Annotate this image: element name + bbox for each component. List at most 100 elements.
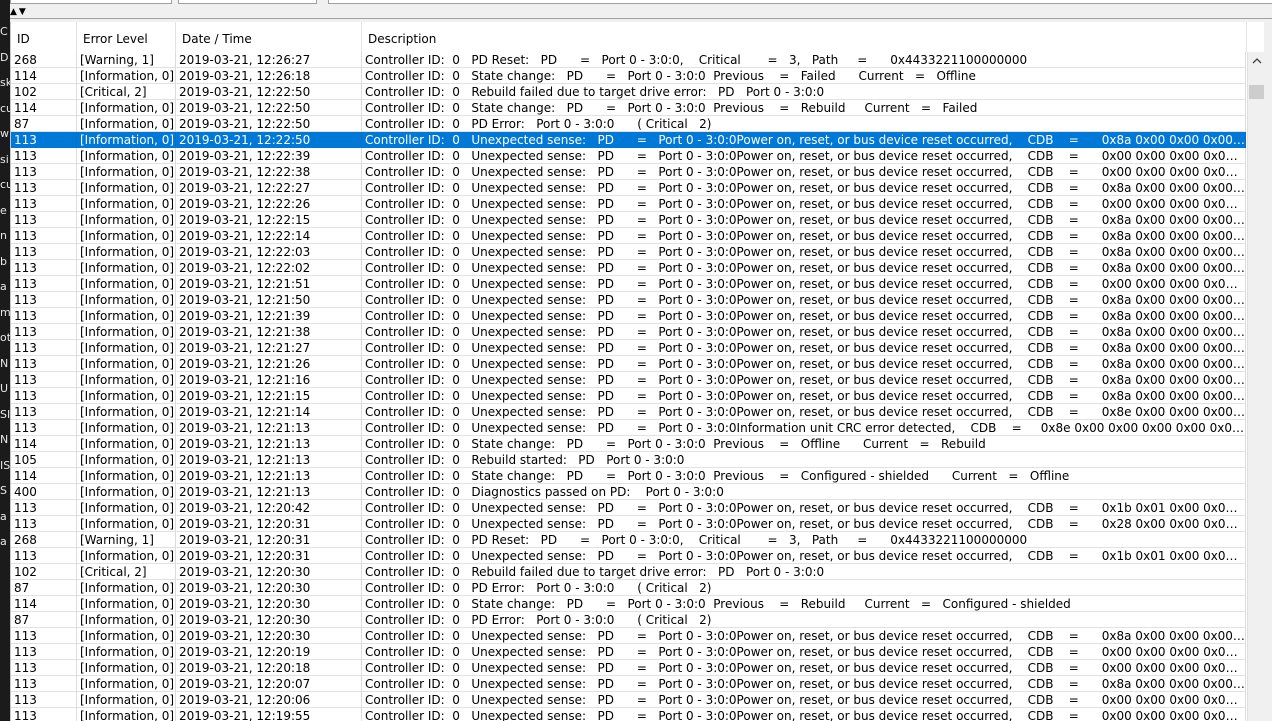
table-row[interactable]: 114 [Information, 0] 2019-03-21, 12:21:13 C… <box>11 468 1246 484</box>
table-row[interactable]: 113 [Information, 0] 2019-03-21, 12:22:27 C… <box>11 180 1246 196</box>
row-error-level: [Information, 0] <box>77 404 176 420</box>
row-id: 113 <box>11 324 77 340</box>
table-row[interactable]: 113 [Information, 0] 2019-03-21, 12:20:42 C… <box>11 500 1246 516</box>
row-error-level: [Information, 0] <box>77 132 176 148</box>
table-row[interactable]: 268 [Warning, 1] 2019-03-21, 12:26:27 Contr… <box>11 52 1246 68</box>
row-description: Controller ID: 0 Unexpected sense: PD = … <box>362 276 1246 292</box>
row-date-time: 2019-03-21, 12:20:42 <box>176 500 362 516</box>
row-id: 114 <box>11 68 77 84</box>
table-row[interactable]: 113 [Information, 0] 2019-03-21, 12:21:16 C… <box>11 372 1246 388</box>
table-row[interactable]: 114 [Information, 0] 2019-03-21, 12:22:50 C… <box>11 100 1246 116</box>
table-row[interactable]: 113 [Information, 0] 2019-03-21, 12:22:02 C… <box>11 260 1246 276</box>
table-row[interactable]: 113 [Information, 0] 2019-03-21, 12:20:31 C… <box>11 548 1246 564</box>
expand-up-icon[interactable]: ▲ <box>10 7 17 17</box>
table-row[interactable]: 113 [Information, 0] 2019-03-21, 12:22:14 C… <box>11 228 1246 244</box>
table-row[interactable]: 113 [Information, 0] 2019-03-21, 12:20:19 C… <box>11 644 1246 660</box>
table-row[interactable]: 113 [Information, 0] 2019-03-21, 12:22:26 C… <box>11 196 1246 212</box>
table-row[interactable]: 113 [Information, 0] 2019-03-21, 12:21:26 C… <box>11 356 1246 372</box>
separator <box>10 18 1272 19</box>
row-description: Controller ID: 0 Unexpected sense: PD = … <box>362 244 1246 260</box>
row-description: Controller ID: 0 Unexpected sense: PD = … <box>362 372 1246 388</box>
background-text-fragment: si <box>0 152 9 166</box>
row-description: Controller ID: 0 Unexpected sense: PD = … <box>362 516 1246 532</box>
vertical-scrollbar[interactable] <box>1247 52 1265 721</box>
table-row[interactable]: 113 [Information, 0] 2019-03-21, 12:20:31 C… <box>11 516 1246 532</box>
table-row[interactable]: 113 [Information, 0] 2019-03-21, 12:21:27 C… <box>11 340 1246 356</box>
table-row-selected[interactable]: 113 [Information, 0] 2019-03-21, 12:22:50 C… <box>11 132 1246 148</box>
panel-splitter[interactable]: ▲ ▼ <box>10 6 38 18</box>
row-date-time: 2019-03-21, 12:20:31 <box>176 532 362 548</box>
collapse-down-icon[interactable]: ▼ <box>19 7 26 17</box>
table-row[interactable]: 268 [Warning, 1] 2019-03-21, 12:20:31 Contr… <box>11 532 1246 548</box>
table-row[interactable]: 113 [Information, 0] 2019-03-21, 12:19:55 C… <box>11 708 1246 721</box>
top-field-2[interactable] <box>178 0 317 4</box>
column-header-description[interactable]: Description <box>362 22 1247 52</box>
list-rows: 268 [Warning, 1] 2019-03-21, 12:26:27 Contr… <box>11 52 1246 721</box>
table-row[interactable]: 114 [Information, 0] 2019-03-21, 12:21:13 C… <box>11 436 1246 452</box>
table-row[interactable]: 114 [Information, 0] 2019-03-21, 12:26:18 C… <box>11 68 1246 84</box>
row-error-level: [Information, 0] <box>77 612 176 628</box>
row-date-time: 2019-03-21, 12:22:38 <box>176 164 362 180</box>
row-id: 113 <box>11 692 77 708</box>
column-header-error-level[interactable]: Error Level <box>77 22 176 52</box>
table-row[interactable]: 113 [Information, 0] 2019-03-21, 12:20:18 C… <box>11 660 1246 676</box>
row-date-time: 2019-03-21, 12:22:26 <box>176 196 362 212</box>
row-description: Controller ID: 0 Unexpected sense: PD = … <box>362 148 1246 164</box>
table-row[interactable]: 105 [Information, 0] 2019-03-21, 12:21:13 C… <box>11 452 1246 468</box>
table-row[interactable]: 113 [Information, 0] 2019-03-21, 12:22:39 C… <box>11 148 1246 164</box>
background-window-strip: CDskcuwsicuenbamotNUSINISISaa <box>0 0 10 721</box>
event-log-list[interactable]: ID Error Level Date / Time Description 2… <box>10 22 1272 721</box>
row-date-time: 2019-03-21, 12:21:13 <box>176 452 362 468</box>
table-row[interactable]: 102 [Critical, 2] 2019-03-21, 12:20:30 Cont… <box>11 564 1246 580</box>
table-row[interactable]: 113 [Information, 0] 2019-03-21, 12:22:15 C… <box>11 212 1246 228</box>
table-row[interactable]: 113 [Information, 0] 2019-03-21, 12:21:51 C… <box>11 276 1246 292</box>
row-error-level: [Information, 0] <box>77 692 176 708</box>
column-header-id[interactable]: ID <box>11 22 77 52</box>
scroll-up-button[interactable] <box>1248 52 1265 69</box>
table-row[interactable]: 113 [Information, 0] 2019-03-21, 12:20:30 C… <box>11 628 1246 644</box>
table-row[interactable]: 113 [Information, 0] 2019-03-21, 12:21:39 C… <box>11 308 1246 324</box>
table-row[interactable]: 87 [Information, 0] 2019-03-21, 12:22:50 Co… <box>11 116 1246 132</box>
table-row[interactable]: 113 [Information, 0] 2019-03-21, 12:21:50 C… <box>11 292 1246 308</box>
row-date-time: 2019-03-21, 12:26:18 <box>176 68 362 84</box>
row-error-level: [Information, 0] <box>77 308 176 324</box>
row-id: 113 <box>11 260 77 276</box>
row-description: Controller ID: 0 Unexpected sense: PD = … <box>362 164 1246 180</box>
table-row[interactable]: 102 [Critical, 2] 2019-03-21, 12:22:50 Cont… <box>11 84 1246 100</box>
row-error-level: [Critical, 2] <box>77 84 176 100</box>
row-description: Controller ID: 0 Unexpected sense: PD = … <box>362 420 1246 436</box>
table-row[interactable]: 113 [Information, 0] 2019-03-21, 12:22:03 C… <box>11 244 1246 260</box>
background-text-fragment: D <box>0 50 9 64</box>
row-description: Controller ID: 0 Unexpected sense: PD = … <box>362 228 1246 244</box>
table-row[interactable]: 87 [Information, 0] 2019-03-21, 12:20:30 Co… <box>11 612 1246 628</box>
row-date-time: 2019-03-21, 12:21:16 <box>176 372 362 388</box>
row-id: 113 <box>11 196 77 212</box>
row-error-level: [Information, 0] <box>77 148 176 164</box>
row-error-level: [Information, 0] <box>77 596 176 612</box>
row-description: Controller ID: 0 State change: PD = Port… <box>362 68 1246 84</box>
scroll-thumb[interactable] <box>1249 85 1264 99</box>
top-field-1[interactable] <box>10 0 172 4</box>
top-field-3[interactable] <box>328 0 1272 4</box>
row-error-level: [Information, 0] <box>77 164 176 180</box>
table-row[interactable]: 113 [Information, 0] 2019-03-21, 12:21:13 C… <box>11 420 1246 436</box>
row-date-time: 2019-03-21, 12:20:30 <box>176 564 362 580</box>
table-row[interactable]: 113 [Information, 0] 2019-03-21, 12:21:38 C… <box>11 324 1246 340</box>
table-row[interactable]: 113 [Information, 0] 2019-03-21, 12:20:07 C… <box>11 676 1246 692</box>
background-text-fragment: m <box>0 305 10 319</box>
row-date-time: 2019-03-21, 12:19:55 <box>176 708 362 721</box>
table-row[interactable]: 400 [Information, 0] 2019-03-21, 12:21:13 C… <box>11 484 1246 500</box>
table-row[interactable]: 87 [Information, 0] 2019-03-21, 12:20:30 Co… <box>11 580 1246 596</box>
table-row[interactable]: 113 [Information, 0] 2019-03-21, 12:20:06 C… <box>11 692 1246 708</box>
table-row[interactable]: 114 [Information, 0] 2019-03-21, 12:20:30 C… <box>11 596 1246 612</box>
column-header-date-time[interactable]: Date / Time <box>176 22 362 52</box>
table-row[interactable]: 113 [Information, 0] 2019-03-21, 12:21:15 C… <box>11 388 1246 404</box>
table-row[interactable]: 113 [Information, 0] 2019-03-21, 12:22:38 C… <box>11 164 1246 180</box>
row-description: Controller ID: 0 PD Reset: PD = Port 0 -… <box>362 532 1246 548</box>
row-description: Controller ID: 0 Unexpected sense: PD = … <box>362 692 1246 708</box>
row-description: Controller ID: 0 Unexpected sense: PD = … <box>362 212 1246 228</box>
background-text-fragment: e <box>0 203 7 217</box>
row-id: 113 <box>11 340 77 356</box>
table-row[interactable]: 113 [Information, 0] 2019-03-21, 12:21:14 C… <box>11 404 1246 420</box>
row-id: 113 <box>11 420 77 436</box>
